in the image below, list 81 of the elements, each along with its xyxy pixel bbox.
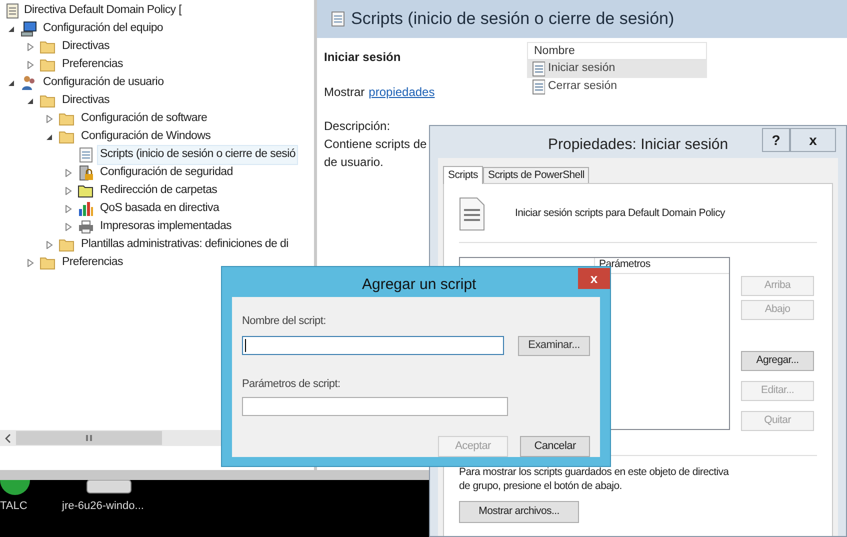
tree-item[interactable]: Configuración de usuario	[40, 73, 167, 93]
tree-item[interactable]: Impresoras implementadas	[97, 217, 234, 237]
help-text: de grupo, presione el botón de abajo.	[459, 479, 623, 493]
folder-icon	[40, 93, 56, 109]
users-icon	[21, 75, 37, 91]
tree-item[interactable]: Plantillas administrativas: definiciones de di	[78, 235, 292, 255]
script-parameters-field[interactable]	[242, 397, 508, 416]
browse-button[interactable]: Examinar...	[518, 336, 590, 356]
collapsed-arrow-icon[interactable]	[27, 61, 34, 69]
collapsed-arrow-icon[interactable]	[65, 169, 72, 177]
dialog-title: Propiedades: Iniciar sesión	[548, 135, 728, 155]
script-icon	[531, 79, 545, 95]
scroll-left-icon[interactable]	[5, 434, 11, 442]
dialog-title: Agregar un script	[362, 275, 476, 295]
collapsed-arrow-icon[interactable]	[27, 259, 34, 267]
action-button[interactable]: Agregar...	[741, 351, 814, 371]
folder-icon	[59, 237, 75, 253]
tab[interactable]: Scripts	[443, 166, 483, 184]
tree-root-item[interactable]: Directiva Default Domain Policy [	[24, 2, 182, 20]
tree-item[interactable]: QoS basada en directiva	[97, 199, 222, 219]
script-icon	[78, 147, 94, 163]
desktop-icon-label[interactable]: jre-6u26-windo...	[62, 498, 144, 514]
tree-item[interactable]: Configuración de seguridad	[97, 163, 236, 183]
computer-icon	[21, 21, 37, 37]
help-text: Para mostrar los scripts guardados en este objeto de directiva	[459, 465, 730, 479]
tree-item[interactable]: Preferencias	[59, 55, 126, 75]
folder-icon	[59, 129, 75, 145]
tree-item[interactable]: Scripts (inicio de sesión o cierre de sesió	[97, 145, 298, 165]
collapsed-arrow-icon[interactable]	[65, 205, 72, 213]
collapsed-arrow-icon[interactable]	[65, 223, 72, 231]
list-item[interactable]: Iniciar sesión	[527, 60, 707, 78]
close-button[interactable]: x	[578, 268, 610, 289]
printer-icon	[78, 219, 94, 235]
folder-icon	[40, 39, 56, 55]
collapsed-arrow-icon[interactable]	[27, 43, 34, 51]
expanded-arrow-icon[interactable]	[27, 98, 34, 104]
folder-icon	[40, 255, 56, 271]
description-text: Contiene scripts de	[324, 136, 428, 153]
tree-item[interactable]: Redirección de carpetas	[97, 181, 220, 201]
show-files-button[interactable]: Mostrar archivos...	[459, 501, 579, 523]
section-heading: Iniciar sesión	[324, 49, 402, 66]
bar-chart-icon	[78, 201, 94, 217]
expanded-arrow-icon[interactable]	[8, 80, 15, 86]
app-icon	[0, 480, 30, 498]
script-icon	[331, 11, 345, 27]
list-item[interactable]: Cerrar sesión	[527, 78, 707, 96]
tree-item[interactable]: Configuración de software	[78, 109, 210, 129]
collapsed-arrow-icon[interactable]	[46, 115, 53, 123]
script-icon	[531, 61, 545, 77]
installer-icon	[86, 480, 132, 494]
help-button[interactable]: ?	[762, 128, 790, 152]
folder-icon	[40, 57, 56, 73]
properties-link[interactable]: propiedades	[368, 83, 435, 101]
policy-icon	[5, 3, 19, 19]
pane-title: Scripts (inicio de sesión o cierre de sesión)	[351, 8, 674, 30]
desktop-icon-label[interactable]: TALC	[0, 498, 28, 514]
tree-item[interactable]: Directivas	[59, 37, 112, 57]
intro-text: Iniciar sesión scripts para Default Domain Policy	[515, 206, 725, 222]
folder-icon	[59, 111, 75, 127]
field-label: Nombre del script:	[242, 314, 327, 329]
description-label: Descripción:	[324, 118, 392, 135]
expanded-arrow-icon[interactable]	[46, 134, 53, 140]
close-button[interactable]: x	[790, 128, 836, 152]
column-header: Nombre	[527, 42, 707, 60]
security-icon	[78, 165, 94, 181]
script-file-icon	[459, 197, 485, 231]
tree-item[interactable]: Configuración del equipo	[40, 19, 166, 39]
tab[interactable]: Scripts de PowerShell	[483, 167, 590, 183]
tree-item[interactable]: Directivas	[59, 91, 112, 111]
dialog-button[interactable]: Cancelar	[520, 436, 590, 457]
script-name-field[interactable]	[242, 336, 504, 354]
tree-item[interactable]: Configuración de Windows	[78, 127, 214, 147]
folder-icon	[78, 183, 94, 199]
collapsed-arrow-icon[interactable]	[46, 241, 53, 249]
collapsed-arrow-icon[interactable]	[65, 187, 72, 195]
description-text: de usuario.	[324, 154, 384, 171]
show-label: Mostrar	[324, 84, 365, 101]
tree-item[interactable]: Preferencias	[59, 253, 126, 273]
field-label: Parámetros de script:	[242, 376, 342, 392]
expanded-arrow-icon[interactable]	[8, 26, 15, 32]
scrollbar-thumb[interactable]	[16, 431, 162, 445]
